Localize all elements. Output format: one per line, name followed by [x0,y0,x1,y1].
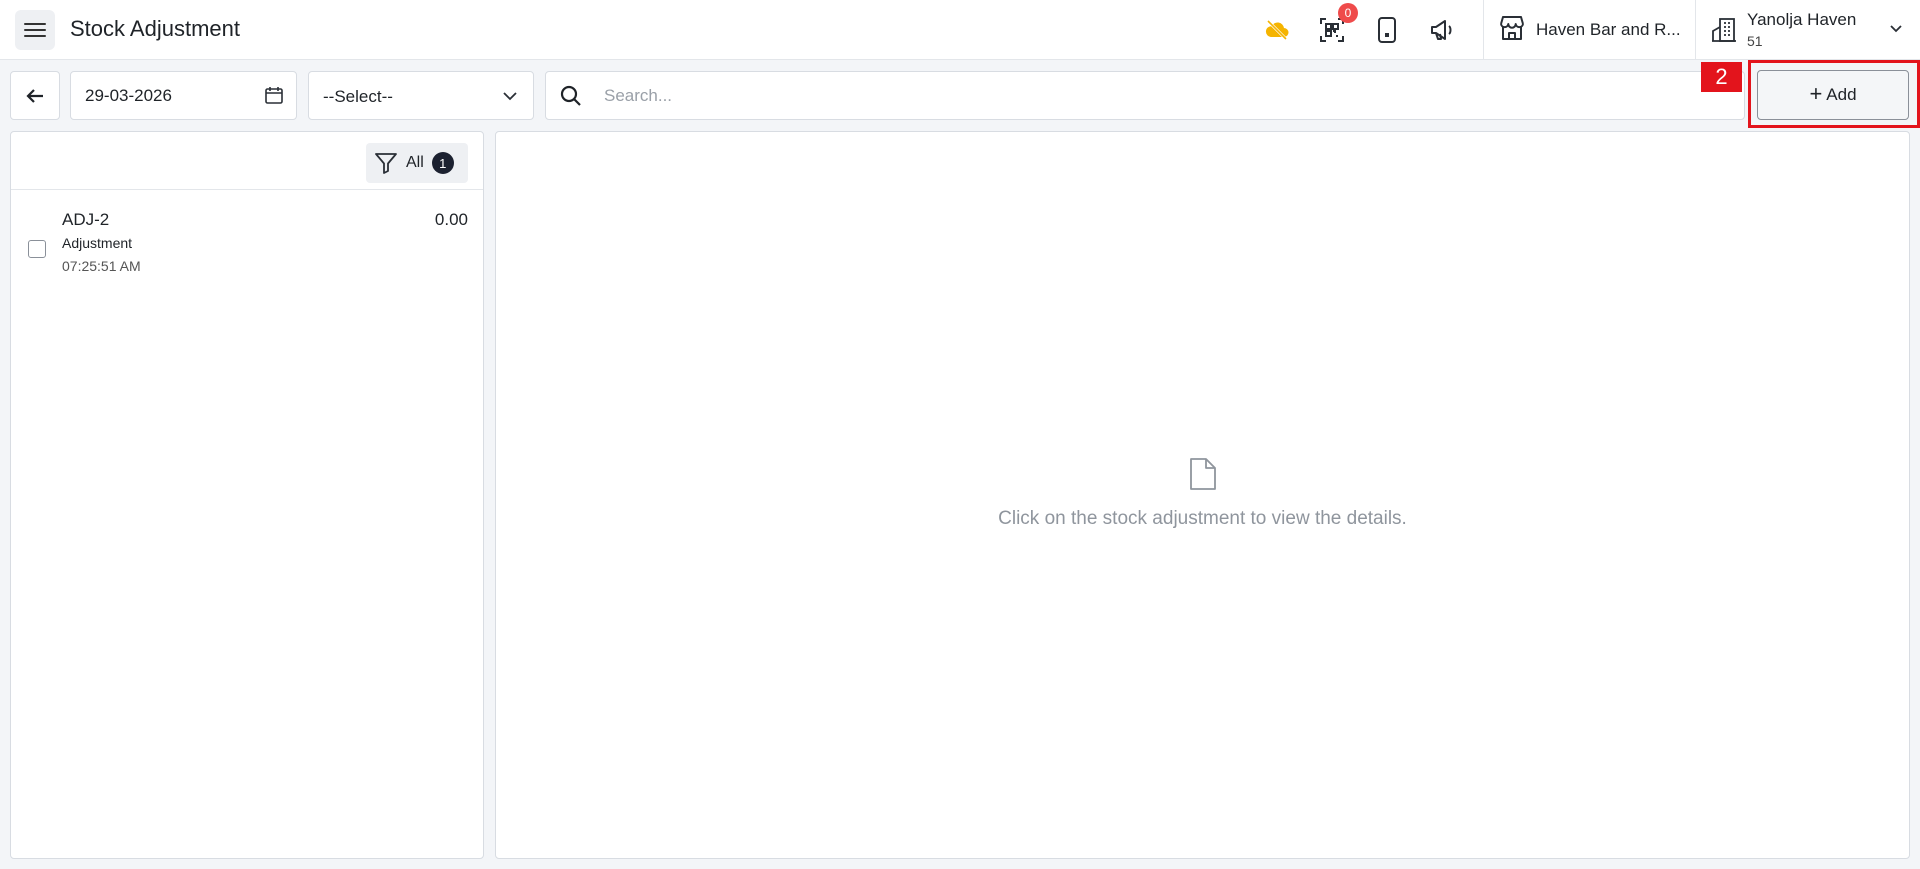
date-value: 29-03-2026 [85,86,172,105]
empty-state-message: Click on the stock adjustment to view th… [998,508,1407,529]
arrow-left-icon [26,88,43,103]
page-title: Stock Adjustment [70,16,240,41]
chevron-down-icon [501,87,519,110]
header-divider [1695,0,1696,60]
search-input[interactable] [604,80,1704,112]
search-box[interactable] [545,71,1745,120]
store-selector[interactable]: Haven Bar and R... [1498,0,1698,60]
list-item[interactable]: ADJ-2 Adjustment 07:25:51 AM 0.00 [11,200,483,290]
hamburger-icon [24,22,46,38]
tablet-icon[interactable] [1369,12,1405,48]
menu-button[interactable] [15,10,55,50]
store-icon [1498,14,1526,47]
plus-icon: + [1809,81,1823,106]
chevron-down-icon [1888,20,1904,41]
app-header: Stock Adjustment 0 Haven Bar and R... Ya… [0,0,1920,60]
item-checkbox[interactable] [28,240,46,258]
user-menu[interactable]: Yanolja Haven 51 [1710,0,1915,60]
filter-button[interactable]: All 1 [366,143,468,183]
header-divider [1483,0,1484,60]
search-icon [560,85,582,112]
step-marker: 2 [1701,62,1742,92]
adjustment-id: ADJ-2 [62,210,110,229]
user-subtitle: 51 [1747,33,1763,49]
user-name: Yanolja Haven [1747,10,1857,29]
store-name: Haven Bar and R... [1536,20,1681,39]
calendar-icon[interactable] [264,85,284,110]
filter-bar: All 1 [11,132,483,190]
date-picker[interactable]: 29-03-2026 [70,71,297,120]
filter-count-badge: 1 [431,152,454,174]
adjustment-amount: 0.00 [434,210,468,229]
adjustment-time: 07:25:51 AM [62,258,141,274]
notification-badge: 0 [1338,3,1358,23]
back-button[interactable] [10,71,60,120]
adjustment-type: Adjustment [62,235,133,251]
megaphone-icon[interactable] [1424,12,1460,48]
filter-label: All [406,154,424,171]
cloud-off-icon[interactable] [1259,12,1295,48]
add-button[interactable]: + Add [1757,70,1909,120]
type-select[interactable]: --Select-- [308,71,534,120]
select-value: --Select-- [323,87,393,106]
filter-icon [375,153,397,174]
qr-scan-icon[interactable]: 0 [1314,3,1358,48]
adjustment-list-panel: All 1 ADJ-2 Adjustment 07:25:51 AM 0.00 [10,131,484,859]
document-icon [1188,457,1218,496]
details-panel: Click on the stock adjustment to view th… [495,131,1910,859]
building-icon [1710,16,1738,49]
add-button-label: Add [1826,85,1857,104]
